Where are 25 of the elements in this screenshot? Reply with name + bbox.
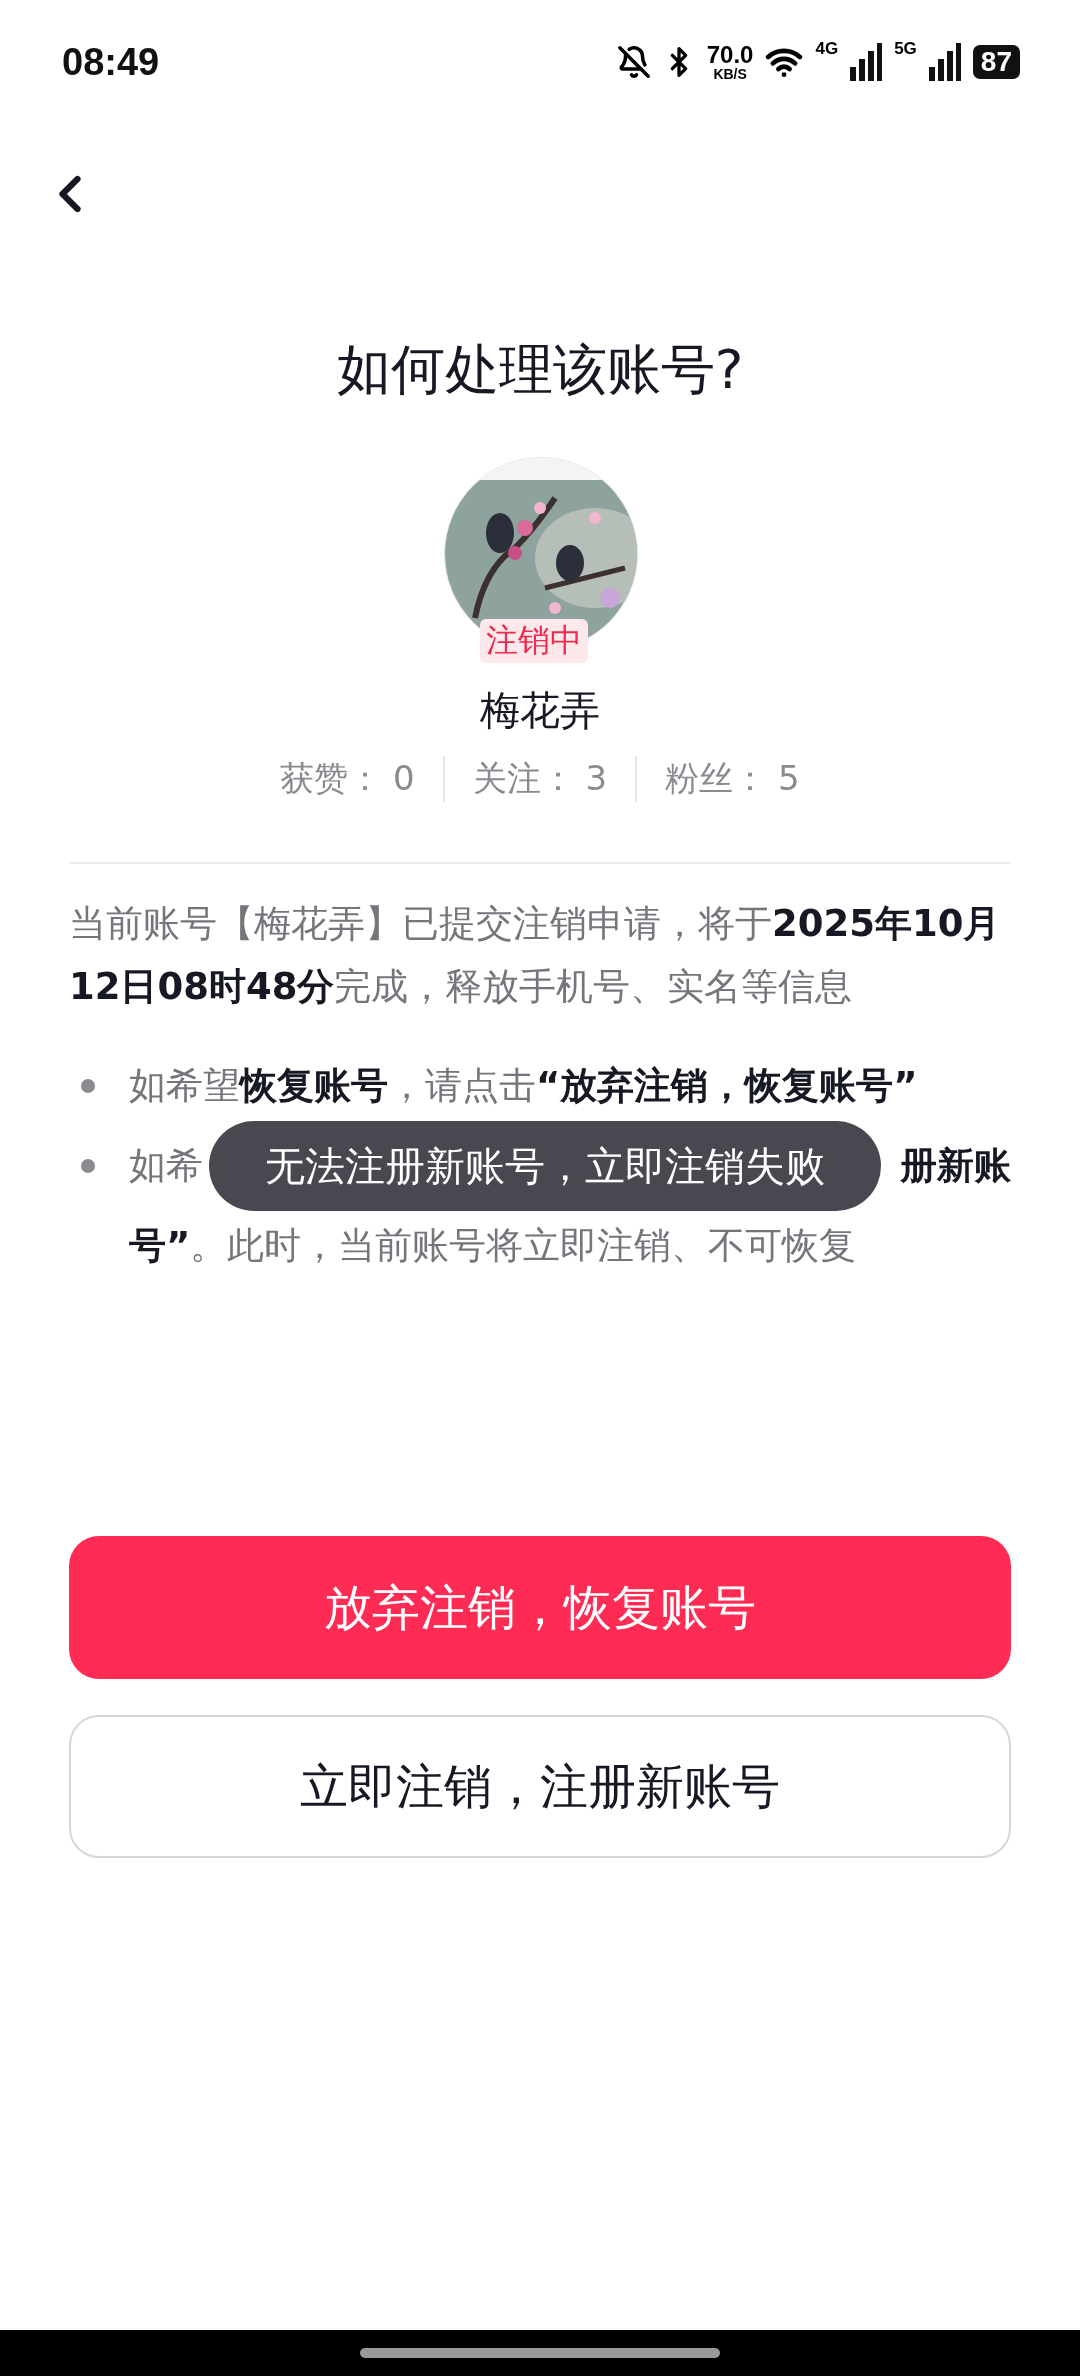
stat-text: 关注： 3 [442, 756, 636, 802]
network-type: 5G [894, 39, 917, 59]
signal-icon [850, 43, 883, 81]
clock: 08:49 [62, 40, 160, 84]
bullet-icon [81, 1079, 95, 1093]
stat-text: 粉丝： 5 [635, 756, 828, 802]
bullet-icon [81, 1159, 95, 1173]
bullet-text: 册新账 [900, 1143, 1011, 1189]
mute-icon [616, 45, 651, 79]
account-name: 梅花弄 [479, 686, 601, 735]
stat-text: 获赞： 0 [279, 757, 416, 800]
restore-button[interactable]: 放弃注销，恢复账号 [69, 1536, 1011, 1679]
page-title: 如何处理该账号? [335, 337, 745, 403]
toast-message: 无法注册新账号，立即注销失败 [209, 1121, 881, 1211]
network-type: 4G [815, 39, 839, 59]
signal-icon [928, 43, 961, 81]
speed-unit: KB/S [713, 67, 747, 81]
status-badge: 注销中 [480, 619, 588, 663]
bullet-text: 如希 [129, 1143, 203, 1189]
battery-level: 87 [972, 45, 1020, 79]
register-button[interactable]: 立即注销，注册新账号 [69, 1715, 1011, 1858]
bullet-text: 号”。此时，当前账号将立即注销、不可恢复 [129, 1223, 858, 1269]
notice-text: 当前账号【梅花弄】已提交注销申请，将于2025年10月12日08时48分完成，释放手机号、实名等信息 [69, 901, 1002, 1010]
bullet-text: 如希望恢复账号，请点击“放弃注销，恢复账号” [129, 1063, 918, 1109]
speed-value: 70.0 [706, 43, 754, 67]
